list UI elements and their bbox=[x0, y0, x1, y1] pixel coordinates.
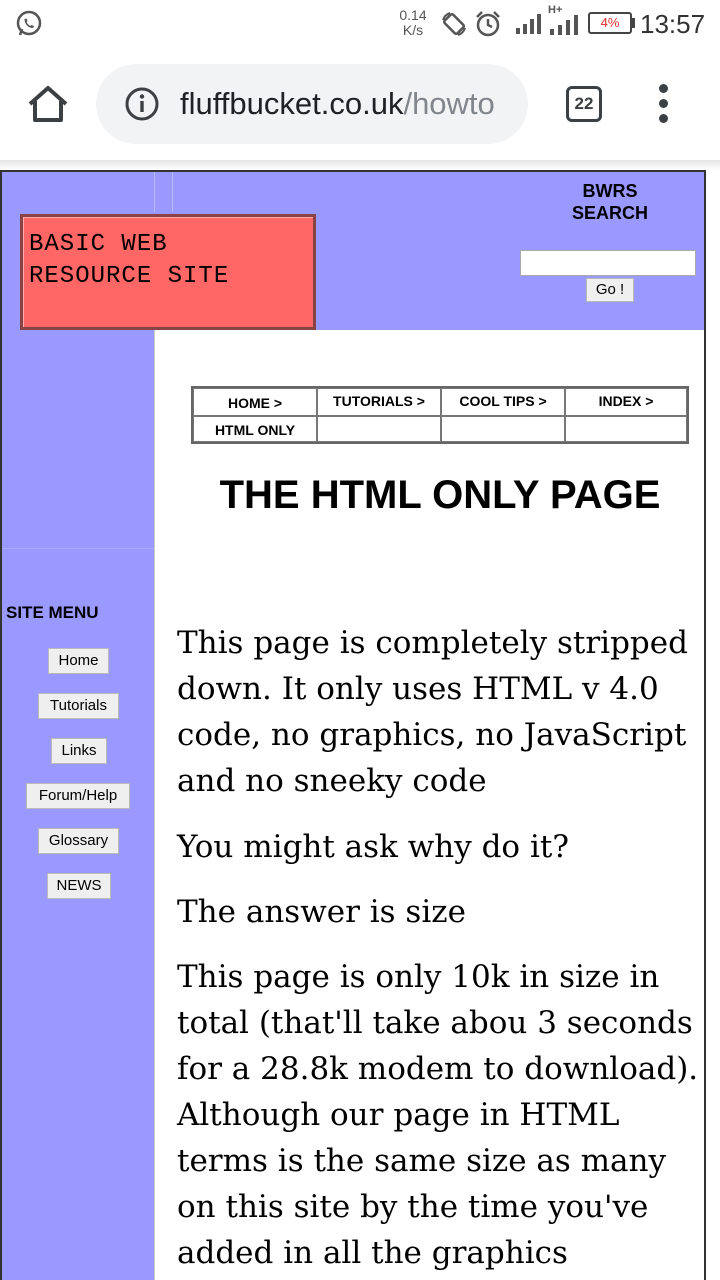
url-text[interactable]: fluffbucket.co.uk/howto bbox=[180, 82, 510, 126]
main-content: HOME > TUTORIALS > COOL TIPS > INDEX > H… bbox=[154, 330, 704, 1280]
nav-empty-cell bbox=[317, 416, 441, 442]
browser-toolbar: fluffbucket.co.uk/howto 22 bbox=[0, 50, 720, 160]
toolbar-shadow bbox=[0, 160, 720, 170]
menu-button-home[interactable]: Home bbox=[48, 648, 109, 674]
paragraph: This page is completely stripped down. I… bbox=[177, 625, 688, 799]
whatsapp-icon bbox=[16, 10, 42, 36]
battery-level: 4% bbox=[600, 15, 620, 30]
signal-icon bbox=[516, 14, 541, 34]
nav-cool-tips-link[interactable]: COOL TIPS > bbox=[441, 388, 565, 416]
nav-tutorials-link[interactable]: TUTORIALS > bbox=[317, 388, 441, 416]
network-speed-value: 0.14 bbox=[399, 7, 427, 23]
logo-line-1: BASIC WEB bbox=[29, 231, 168, 258]
more-vert-icon[interactable] bbox=[652, 84, 676, 124]
menu-button-glossary[interactable]: Glossary bbox=[38, 828, 119, 854]
search-title: BWRS SEARCH bbox=[522, 180, 698, 224]
url-path: /howto bbox=[403, 86, 495, 121]
nav-empty-cell bbox=[441, 416, 565, 442]
nav-empty-cell bbox=[565, 416, 687, 442]
info-icon[interactable] bbox=[124, 86, 160, 122]
logo-line-2: RESOURCE SITE bbox=[29, 263, 230, 290]
sidebar-divider bbox=[2, 548, 154, 549]
network-speed: 0.14 K/s bbox=[392, 8, 434, 38]
paragraph: This page is only 10k in size in total (… bbox=[177, 959, 699, 1271]
auto-rotate-icon bbox=[442, 12, 466, 36]
sidebar: SITE MENU Home Tutorials Links Forum/Hel… bbox=[2, 330, 154, 1280]
nav-current-page: HTML ONLY bbox=[193, 416, 317, 442]
network-speed-unit: K/s bbox=[402, 22, 424, 38]
paragraph: You might ask why do it? bbox=[177, 829, 569, 865]
menu-button-news[interactable]: NEWS bbox=[47, 873, 111, 899]
battery-nub bbox=[632, 18, 635, 28]
alarm-icon bbox=[476, 11, 500, 37]
go-button[interactable]: Go ! bbox=[586, 278, 634, 302]
signal-hplus-icon: H+ bbox=[548, 4, 580, 36]
home-icon[interactable] bbox=[24, 80, 72, 128]
battery-icon: 4% bbox=[588, 12, 632, 34]
menu-button-forum-help[interactable]: Forum/Help bbox=[26, 783, 130, 809]
menu-button-links[interactable]: Links bbox=[51, 738, 107, 764]
url-domain: fluffbucket.co.uk bbox=[180, 86, 404, 121]
header-divider bbox=[172, 172, 173, 212]
page-title: THE HTML ONLY PAGE bbox=[219, 473, 661, 517]
site-header: BASIC WEB RESOURCE SITE BWRS SEARCH Go ! bbox=[2, 172, 704, 330]
logo-text: BASIC WEB RESOURCE SITE bbox=[29, 229, 309, 293]
search-title-line-1: BWRS bbox=[582, 181, 638, 201]
nav-home-link[interactable]: HOME > bbox=[193, 388, 317, 416]
status-bar: 0.14 K/s H+ 4% 13:57 bbox=[0, 0, 720, 50]
search-input[interactable] bbox=[520, 250, 696, 276]
nav-index-link[interactable]: INDEX > bbox=[565, 388, 687, 416]
site-logo[interactable]: BASIC WEB RESOURCE SITE bbox=[20, 214, 316, 330]
address-bar[interactable]: fluffbucket.co.uk/howto bbox=[96, 64, 528, 144]
clock: 13:57 bbox=[640, 9, 706, 39]
tabs-icon[interactable]: 22 bbox=[566, 86, 602, 122]
search-title-line-2: SEARCH bbox=[571, 203, 648, 223]
header-divider bbox=[154, 172, 155, 212]
menu-button-tutorials[interactable]: Tutorials bbox=[38, 693, 119, 719]
site-menu-title: SITE MENU bbox=[6, 603, 99, 622]
paragraph: The answer is size bbox=[177, 894, 466, 930]
web-page: BASIC WEB RESOURCE SITE BWRS SEARCH Go !… bbox=[0, 170, 706, 1280]
nav-table: HOME > TUTORIALS > COOL TIPS > INDEX > H… bbox=[191, 386, 689, 444]
